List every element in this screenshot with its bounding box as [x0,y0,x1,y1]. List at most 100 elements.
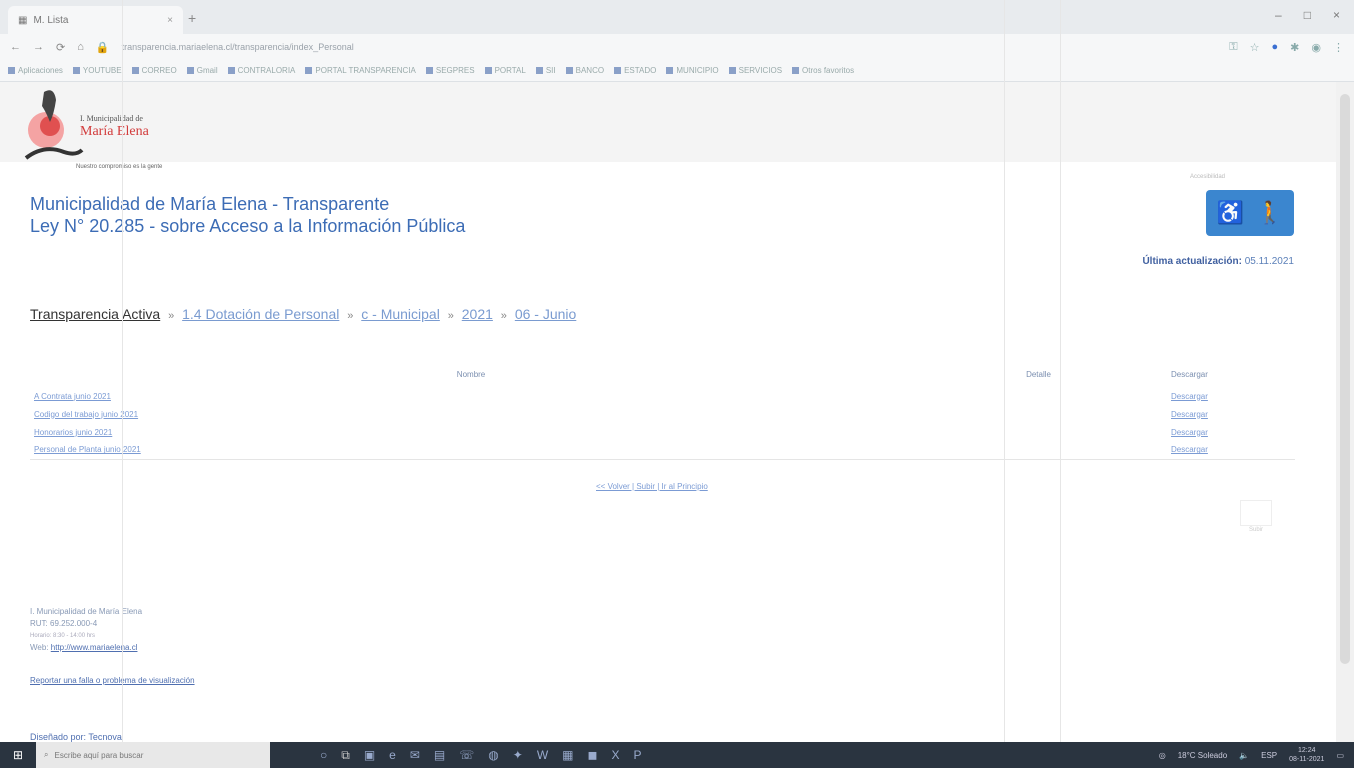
files-table: Nombre Detalle Descargar A Contrata juni… [30,366,1295,460]
file-name-link[interactable]: A Contrata junio 2021 [30,387,912,405]
new-tab-button[interactable]: + [188,10,196,26]
clock-date: 08-11-2021 [1289,756,1325,763]
file-detail [912,441,1165,460]
chrome-icon[interactable]: ◍ [488,748,498,763]
page-scrollbar[interactable] [1336,82,1354,742]
star-icon[interactable]: ☆ [1250,41,1260,54]
footer-web-link[interactable]: http://www.mariaelena.cl [51,643,138,652]
logo-small-text: I. Municipalidad de [80,114,143,123]
tab-close-icon[interactable]: × [167,15,173,26]
bookmark-item[interactable]: SERVICIOS [728,66,782,75]
column-header-detail: Detalle [1026,370,1051,379]
logo-slogan: Nuestro compromiso es la gente [76,164,163,170]
breadcrumb-item[interactable]: 2021 [462,306,493,322]
taskbar-search[interactable]: ⌕ Escribe aquí para buscar [36,742,270,768]
breadcrumb-separator-icon: » [500,310,507,322]
clock-time: 12:24 [1298,747,1316,754]
bookmark-item[interactable]: SEGPRES [425,66,475,75]
notifications-icon[interactable]: ▭ [1336,751,1344,760]
footer-web: Web: http://www.mariaelena.cl [30,642,142,654]
task-view-icon[interactable]: ⧉ [341,748,350,763]
back-to-top-label: Subir [1248,527,1263,533]
cortana-icon[interactable]: ○ [320,748,327,763]
bookmark-item[interactable]: BANCO [565,66,604,75]
windows-start-icon[interactable]: ⊞ [0,742,36,768]
url-field[interactable]: transparencia.mariaelena.cl/transparenci… [122,38,1218,56]
table-row: A Contrata junio 2021 Descargar [30,387,1295,405]
download-link[interactable]: Descargar [1165,441,1295,460]
key-icon[interactable]: ⚿ [1229,41,1237,54]
breadcrumb-item[interactable]: c - Municipal [361,306,440,322]
scan-artifact-line [1004,0,1005,742]
taskbar: ⊞ ⌕ Escribe aquí para buscar ○ ⧉ ▣ e ✉ ▤… [0,742,1354,768]
wheelchair-icon: ♿ [1216,200,1244,225]
reload-icon[interactable]: ⟳ [56,41,65,54]
clock[interactable]: 12:24 08-11-2021 [1289,746,1324,764]
footer-rut: RUT: 69.252.000-4 [30,619,98,628]
app-icon[interactable]: ✦ [513,748,523,763]
download-link[interactable]: Descargar [1165,405,1295,423]
municipality-logo[interactable]: I. Municipalidad de María Elena Nuestro … [24,86,204,172]
bookmark-item[interactable]: SII [535,66,556,75]
footer-credit: Diseñado por: Tecnova [30,732,122,742]
bookmark-item[interactable]: MUNICIPIO [666,66,719,75]
bookmark-item[interactable]: Gmail [186,66,218,75]
accessibility-button[interactable]: ♿ 🚶 [1206,190,1294,236]
back-icon[interactable]: ← [10,41,21,53]
download-link[interactable]: Descargar [1165,423,1295,441]
scrollbar-thumb[interactable] [1340,94,1350,664]
bookmark-item[interactable]: CORREO [131,66,177,75]
bookmark-item[interactable]: YOUTUBE [72,66,122,75]
home-icon[interactable]: ⌂ [77,41,84,53]
weather[interactable]: 18°C Soleado [1178,751,1227,760]
breadcrumb-separator-icon: » [168,310,175,322]
bookmark-item[interactable]: Otros favoritos [792,66,854,75]
browser-tab[interactable]: ▦ M. Lista × [8,6,183,34]
table-row: Codigo del trabajo junio 2021 Descargar [30,405,1295,423]
profile-icon[interactable]: ◉ [1311,41,1321,54]
excel-icon[interactable]: X [611,748,619,763]
store-icon[interactable]: ▣ [364,748,375,763]
file-name-link[interactable]: Personal de Planta junio 2021 [30,441,913,460]
puzzle-icon[interactable]: ✱ [1290,41,1299,54]
bookmark-item[interactable]: PORTAL [484,66,526,75]
system-tray: ◎ 18°C Soleado 🔈 ESP 12:24 08-11-2021 ▭ [1159,746,1354,764]
bookmark-item[interactable]: ESTADO [614,66,656,75]
logo-big-text: María Elena [80,124,149,139]
breadcrumb: Transparencia Activa » 1.4 Dotación de P… [30,306,576,322]
footer-org: I. Municipalidad de María Elena [30,607,143,616]
back-to-top-button[interactable]: Subir [1240,500,1272,533]
explorer-icon[interactable]: ▤ [434,748,445,763]
breadcrumb-item[interactable]: 1.4 Dotación de Personal [182,306,339,322]
bookmark-item[interactable]: PORTAL TRANSPARENCIA [305,66,416,75]
phone-icon[interactable]: ☏ [459,748,474,763]
app-icon[interactable]: ◼ [588,748,598,763]
tab-favicon-icon: ▦ [18,14,28,26]
forward-icon[interactable]: → [33,41,44,53]
breadcrumb-item[interactable]: 06 - Junio [515,306,576,322]
file-name-link[interactable]: Codigo del trabajo junio 2021 [30,405,912,423]
minimize-icon[interactable]: – [1275,8,1282,22]
network-icon[interactable]: ◎ [1159,751,1166,760]
extension-icon[interactable]: ● [1272,41,1279,54]
maximize-icon[interactable]: □ [1304,8,1311,22]
mail-icon[interactable]: ✉ [410,748,420,763]
file-name-link[interactable]: Honorarios junio 2021 [30,423,912,441]
close-window-icon[interactable]: × [1333,8,1340,22]
bookmark-item[interactable]: CONTRALORIA [227,66,295,75]
bookmark-item[interactable]: Aplicaciones [8,66,63,75]
volume-icon[interactable]: 🔈 [1239,751,1249,760]
window-controls: – □ × [1275,8,1340,22]
report-problem-link[interactable]: Reportar una falla o problema de visuali… [30,676,195,685]
language[interactable]: ESP [1261,751,1277,760]
breadcrumb-root[interactable]: Transparencia Activa [30,306,160,322]
download-link[interactable]: Descargar [1165,387,1295,405]
word-icon[interactable]: W [537,748,548,763]
menu-icon[interactable]: ⋮ [1333,41,1344,54]
page-nav-links[interactable]: << Volver | Subir | Ir al Principio [596,482,708,491]
breadcrumb-separator-icon: » [447,310,454,322]
calc-icon[interactable]: ▦ [562,748,573,763]
page-title: Municipalidad de María Elena - Transpare… [30,194,390,214]
powerpoint-icon[interactable]: P [633,748,641,763]
edge-icon[interactable]: e [389,748,396,763]
